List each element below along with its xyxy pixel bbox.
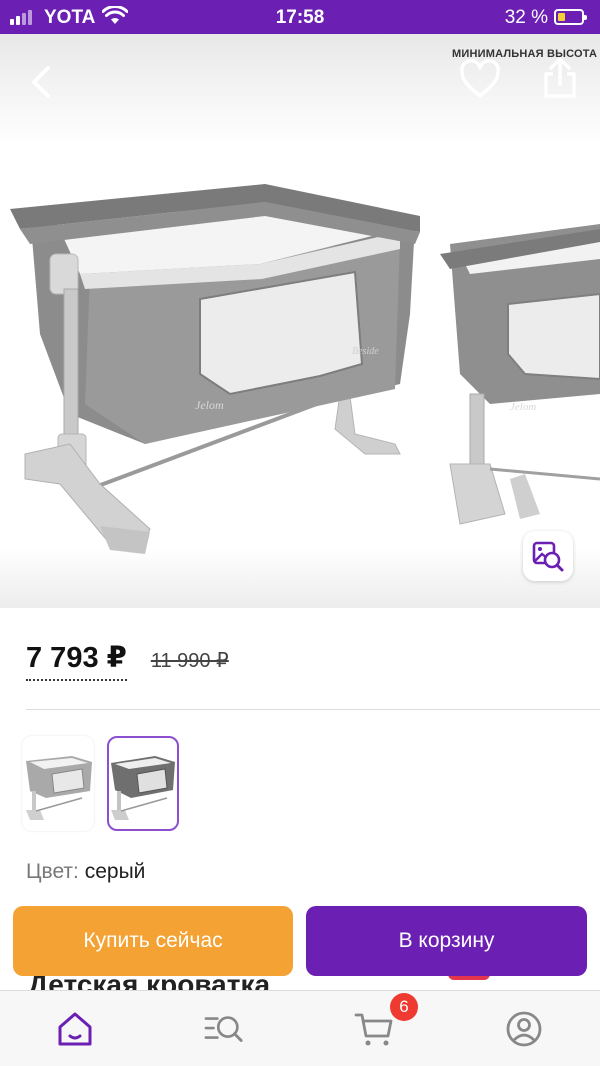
svg-text:Jelom: Jelom xyxy=(195,398,224,412)
status-bar: YOTA 17:58 32 % xyxy=(0,0,600,34)
add-to-cart-button[interactable]: В корзину xyxy=(306,906,587,976)
tab-home[interactable] xyxy=(55,1009,95,1049)
price-old: 11 990 ₽ xyxy=(150,650,229,672)
price-current[interactable]: 7 793 ₽ xyxy=(26,640,127,681)
svg-text:Beside: Beside xyxy=(352,346,379,357)
heart-icon[interactable] xyxy=(458,58,502,102)
share-icon[interactable] xyxy=(540,56,580,100)
color-value: серый xyxy=(84,860,146,883)
back-icon[interactable] xyxy=(22,62,62,102)
image-search-icon xyxy=(532,541,564,572)
home-icon xyxy=(58,1012,92,1046)
catalog-search-icon xyxy=(204,1016,243,1042)
product-gallery[interactable]: Jelom Beside Jelom МИНИМАЛЬНАЯ ВЫСОТА xyxy=(0,34,600,608)
tab-catalog[interactable] xyxy=(204,1009,244,1049)
variant-thumbnail-dark-grey[interactable] xyxy=(107,736,179,831)
tab-cart[interactable] xyxy=(354,1009,394,1049)
price-row: 7 793 ₽ 11 990 ₽ xyxy=(26,640,229,681)
cart-icon xyxy=(354,1013,393,1046)
cart-count-badge: 6 xyxy=(390,993,418,1021)
divider xyxy=(26,709,600,710)
color-label: Цвет: xyxy=(26,860,79,883)
buy-now-button[interactable]: Купить сейчас xyxy=(13,906,293,976)
color-selection: Цвет: серый xyxy=(26,860,145,884)
profile-icon xyxy=(506,1011,542,1047)
battery-icon xyxy=(554,9,587,25)
tab-profile[interactable] xyxy=(504,1009,544,1049)
tab-bar xyxy=(0,990,600,1066)
svg-text:Jelom: Jelom xyxy=(510,401,536,413)
product-image-crib: Jelom Beside xyxy=(10,184,420,554)
product-image-crib-angle-2: Jelom xyxy=(440,224,600,525)
variant-image xyxy=(26,756,92,820)
battery-percent: 32 % xyxy=(504,7,548,28)
variant-thumbnail-light-grey[interactable] xyxy=(22,736,94,831)
variant-image xyxy=(111,756,175,820)
image-search-button[interactable] xyxy=(523,531,573,581)
